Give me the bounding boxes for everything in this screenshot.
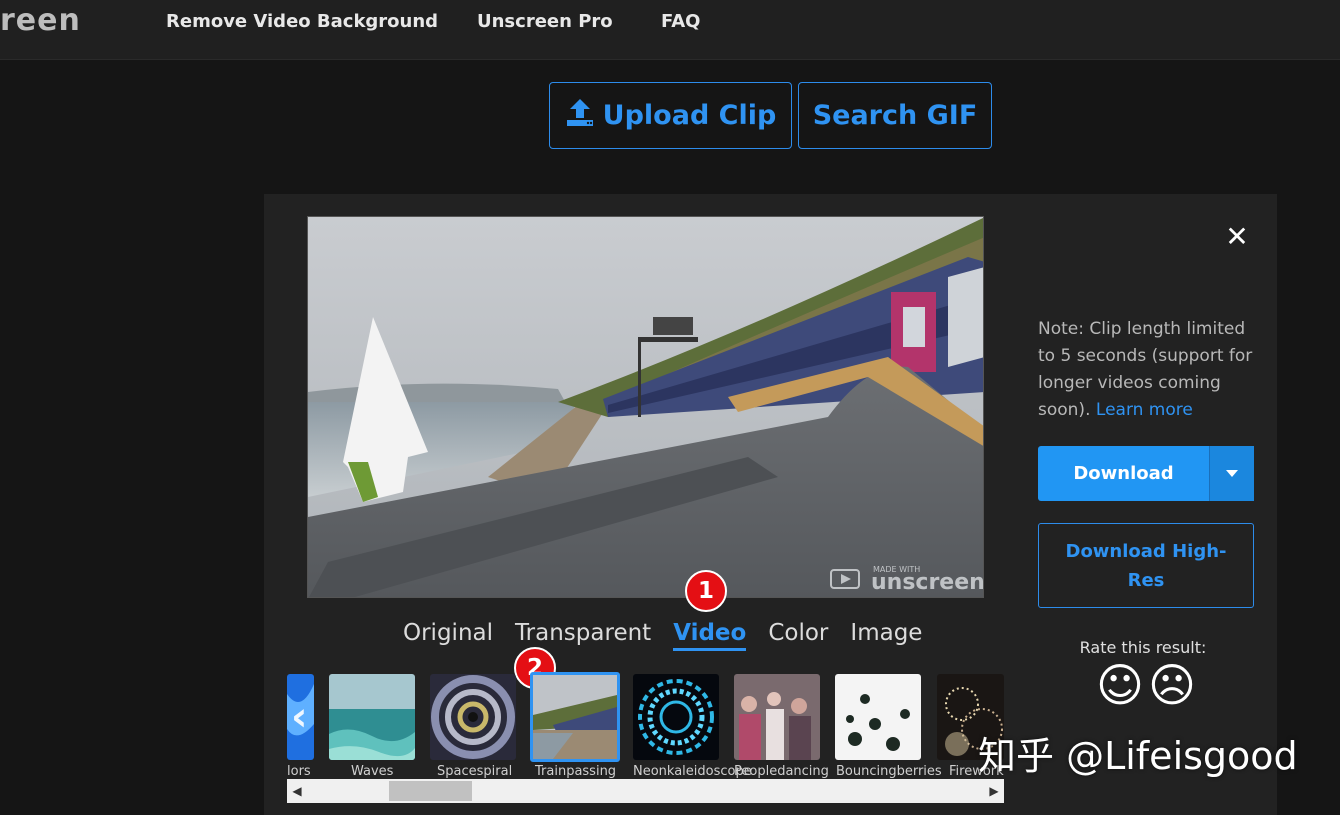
search-gif-label: Search GIF	[812, 100, 978, 131]
thumbnail-neonkaleidoscope[interactable]	[633, 674, 719, 760]
download-split-button: Download	[1038, 446, 1254, 501]
thumbnail-label: Peopledancing	[734, 764, 829, 779]
thumbnail-peopledancing[interactable]	[734, 674, 820, 760]
nav-link-remove-video-background[interactable]: Remove Video Background	[166, 11, 438, 32]
thumbnail-trainpassing[interactable]	[530, 672, 620, 762]
video-preview: MADE WITH unscreen	[307, 216, 984, 598]
tab-image[interactable]: Image	[850, 620, 922, 651]
background-tabs: Original Transparent Video Color Image	[403, 620, 944, 651]
logo[interactable]: reen	[0, 3, 81, 38]
thumbnail-label: Spacespiral	[437, 764, 513, 779]
strip-scrollbar[interactable]: ◀ ▶	[287, 779, 1004, 803]
thumbnail-waves[interactable]	[329, 674, 415, 760]
top-nav: reen Remove Video Background Unscreen Pr…	[0, 0, 1340, 60]
preview-watermark-brand: unscreen	[871, 570, 984, 595]
scrollbar-thumb[interactable]	[389, 781, 472, 801]
strip-prev-chevron-left-icon[interactable]: ‹	[291, 694, 307, 740]
download-high-res-button[interactable]: Download High-Res	[1038, 523, 1254, 608]
search-gif-button[interactable]: Search GIF	[798, 82, 992, 149]
thumbnail-label: Waves	[351, 764, 394, 779]
rate-icons: ☺ ☹	[1096, 660, 1196, 710]
frown-icon[interactable]: ☹	[1148, 660, 1196, 710]
tab-color[interactable]: Color	[768, 620, 828, 651]
scroll-right-icon[interactable]: ▶	[988, 783, 1000, 799]
download-options-chevron-down-icon[interactable]	[1210, 446, 1254, 501]
close-icon[interactable]: ✕	[1222, 222, 1252, 252]
tab-video[interactable]: Video	[673, 620, 747, 651]
thumbnail-label: Bouncingberries	[836, 764, 942, 779]
thumbnail-label: Trainpassing	[535, 764, 617, 779]
tab-original[interactable]: Original	[403, 620, 493, 651]
clip-length-note: Note: Clip length limited to 5 seconds (…	[1038, 316, 1263, 424]
rate-label: Rate this result:	[1079, 638, 1207, 657]
upload-clip-label: Upload Clip	[602, 100, 777, 131]
learn-more-link[interactable]: Learn more	[1096, 400, 1193, 420]
scroll-left-icon[interactable]: ◀	[291, 783, 303, 799]
download-high-res-label: Download High-Res	[1065, 541, 1227, 591]
thumbnail-spacespiral[interactable]	[430, 674, 516, 760]
upload-clip-button[interactable]: Upload Clip	[549, 82, 792, 149]
nav-link-faq[interactable]: FAQ	[661, 11, 700, 32]
thumbnail-label: lors	[287, 764, 311, 779]
upload-icon	[565, 97, 595, 134]
thumbnail-bouncingberries[interactable]	[835, 674, 921, 760]
smile-icon[interactable]: ☺	[1096, 660, 1144, 710]
overlay-watermark: 知乎 @Lifeisgood	[978, 734, 1298, 778]
video-background-strip: lors Waves Spacespiral Trainpassing Neon…	[287, 672, 1004, 782]
download-button[interactable]: Download	[1038, 446, 1210, 501]
nav-link-unscreen-pro[interactable]: Unscreen Pro	[477, 11, 613, 32]
step-badge-1: 1	[685, 570, 727, 612]
